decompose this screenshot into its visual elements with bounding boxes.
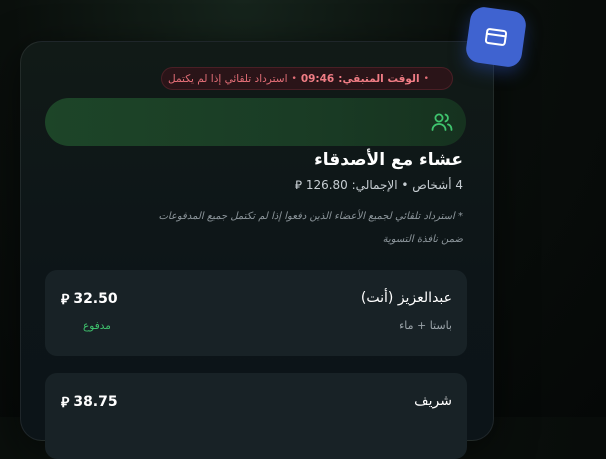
card-icon [484,28,508,46]
timer-value: 09:46 [300,72,335,85]
payment-status-badge: مدفوع [83,320,111,332]
countdown-badge: • الوقت المتبقي: 09:46 • استرداد تلقائي … [161,67,453,90]
group-title: عشاء مع الأصدقاء [314,150,463,170]
member-amount: ⃁ 32.50 [61,290,118,308]
member-name: عبدالعزيز (أنت) [360,290,452,306]
amount-value: 32.50 [73,291,118,307]
currency-symbol: ⃁ [61,395,70,411]
member-amount: ⃁ 38.75 [61,393,118,411]
separator-dot: • [291,73,297,84]
timer-label: الوقت المتبقي: [338,72,420,85]
timer-dot: • [423,73,429,84]
payment-card-button[interactable] [464,5,528,69]
group-summary: 4 أشخاص • الإجمالي: 126.80 ⃁ [294,178,463,192]
refund-disclaimer: * استرداد تلقائي لجميع الأعضاء الذين دفع… [158,211,463,245]
member-items: باستا + ماء [399,319,452,332]
users-icon [431,113,453,131]
group-banner [45,98,466,146]
member-row[interactable]: شريف ⃁ 38.75 [45,373,467,459]
refund-note: استرداد تلقائي إذا لم يكتمل [168,72,288,85]
member-name: شريف [414,393,452,409]
currency-symbol: ⃁ [61,292,70,308]
member-row[interactable]: عبدالعزيز (أنت) باستا + ماء ⃁ 32.50 مدفو… [45,270,467,356]
amount-value: 38.75 [73,394,118,410]
